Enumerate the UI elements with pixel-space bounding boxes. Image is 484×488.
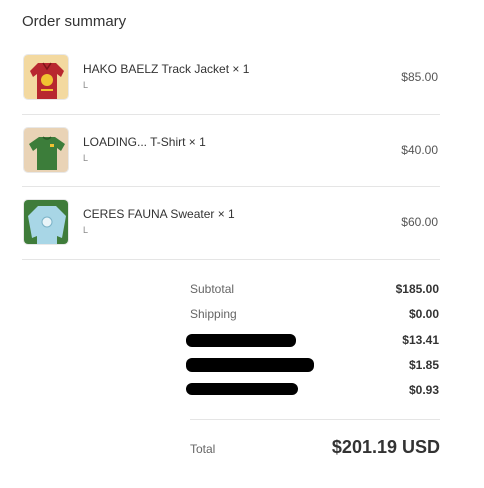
redacted-value: $1.85 bbox=[408, 358, 439, 372]
item-price: $60.00 bbox=[401, 215, 438, 229]
redaction-mark bbox=[186, 383, 298, 395]
redacted-value: $13.41 bbox=[402, 333, 439, 347]
total-amount: $201.19 USD bbox=[331, 437, 440, 457]
divider bbox=[190, 419, 440, 420]
item-variant: L bbox=[83, 80, 89, 90]
product-thumbnail bbox=[23, 54, 69, 100]
item-name: LOADING... T-Shirt × 1 bbox=[83, 135, 206, 149]
line-item: HAKO BAELZ Track Jacket × 1 L $85.00 bbox=[22, 54, 440, 126]
total-label: Total bbox=[190, 442, 216, 456]
shipping-row: Shipping $0.00 bbox=[190, 304, 439, 324]
order-summary-title: Order summary bbox=[22, 13, 127, 30]
subtotal-label: Subtotal bbox=[190, 282, 235, 296]
jacket-image bbox=[24, 55, 68, 99]
subtotal-value: $185.00 bbox=[395, 282, 439, 296]
item-variant: L bbox=[83, 225, 89, 235]
line-item: LOADING... T-Shirt × 1 L $40.00 bbox=[22, 127, 440, 199]
item-price: $85.00 bbox=[401, 70, 438, 84]
tshirt-image bbox=[24, 128, 68, 172]
item-name: CERES FAUNA Sweater × 1 bbox=[83, 207, 235, 221]
redacted-value: $0.93 bbox=[408, 383, 439, 397]
redaction-mark bbox=[186, 334, 296, 347]
divider bbox=[22, 186, 440, 187]
shipping-label: Shipping bbox=[190, 307, 237, 321]
divider bbox=[22, 259, 440, 260]
item-name: HAKO BAELZ Track Jacket × 1 bbox=[83, 62, 250, 76]
shipping-value: $0.00 bbox=[408, 307, 439, 321]
item-price: $40.00 bbox=[401, 143, 438, 157]
product-thumbnail bbox=[23, 199, 69, 245]
redaction-mark bbox=[186, 358, 314, 372]
divider bbox=[22, 114, 440, 115]
line-item: CERES FAUNA Sweater × 1 L $60.00 bbox=[22, 199, 440, 271]
sweater-image bbox=[24, 200, 68, 244]
item-variant: L bbox=[83, 153, 89, 163]
product-thumbnail bbox=[23, 127, 69, 173]
subtotal-row: Subtotal $185.00 bbox=[190, 279, 439, 299]
